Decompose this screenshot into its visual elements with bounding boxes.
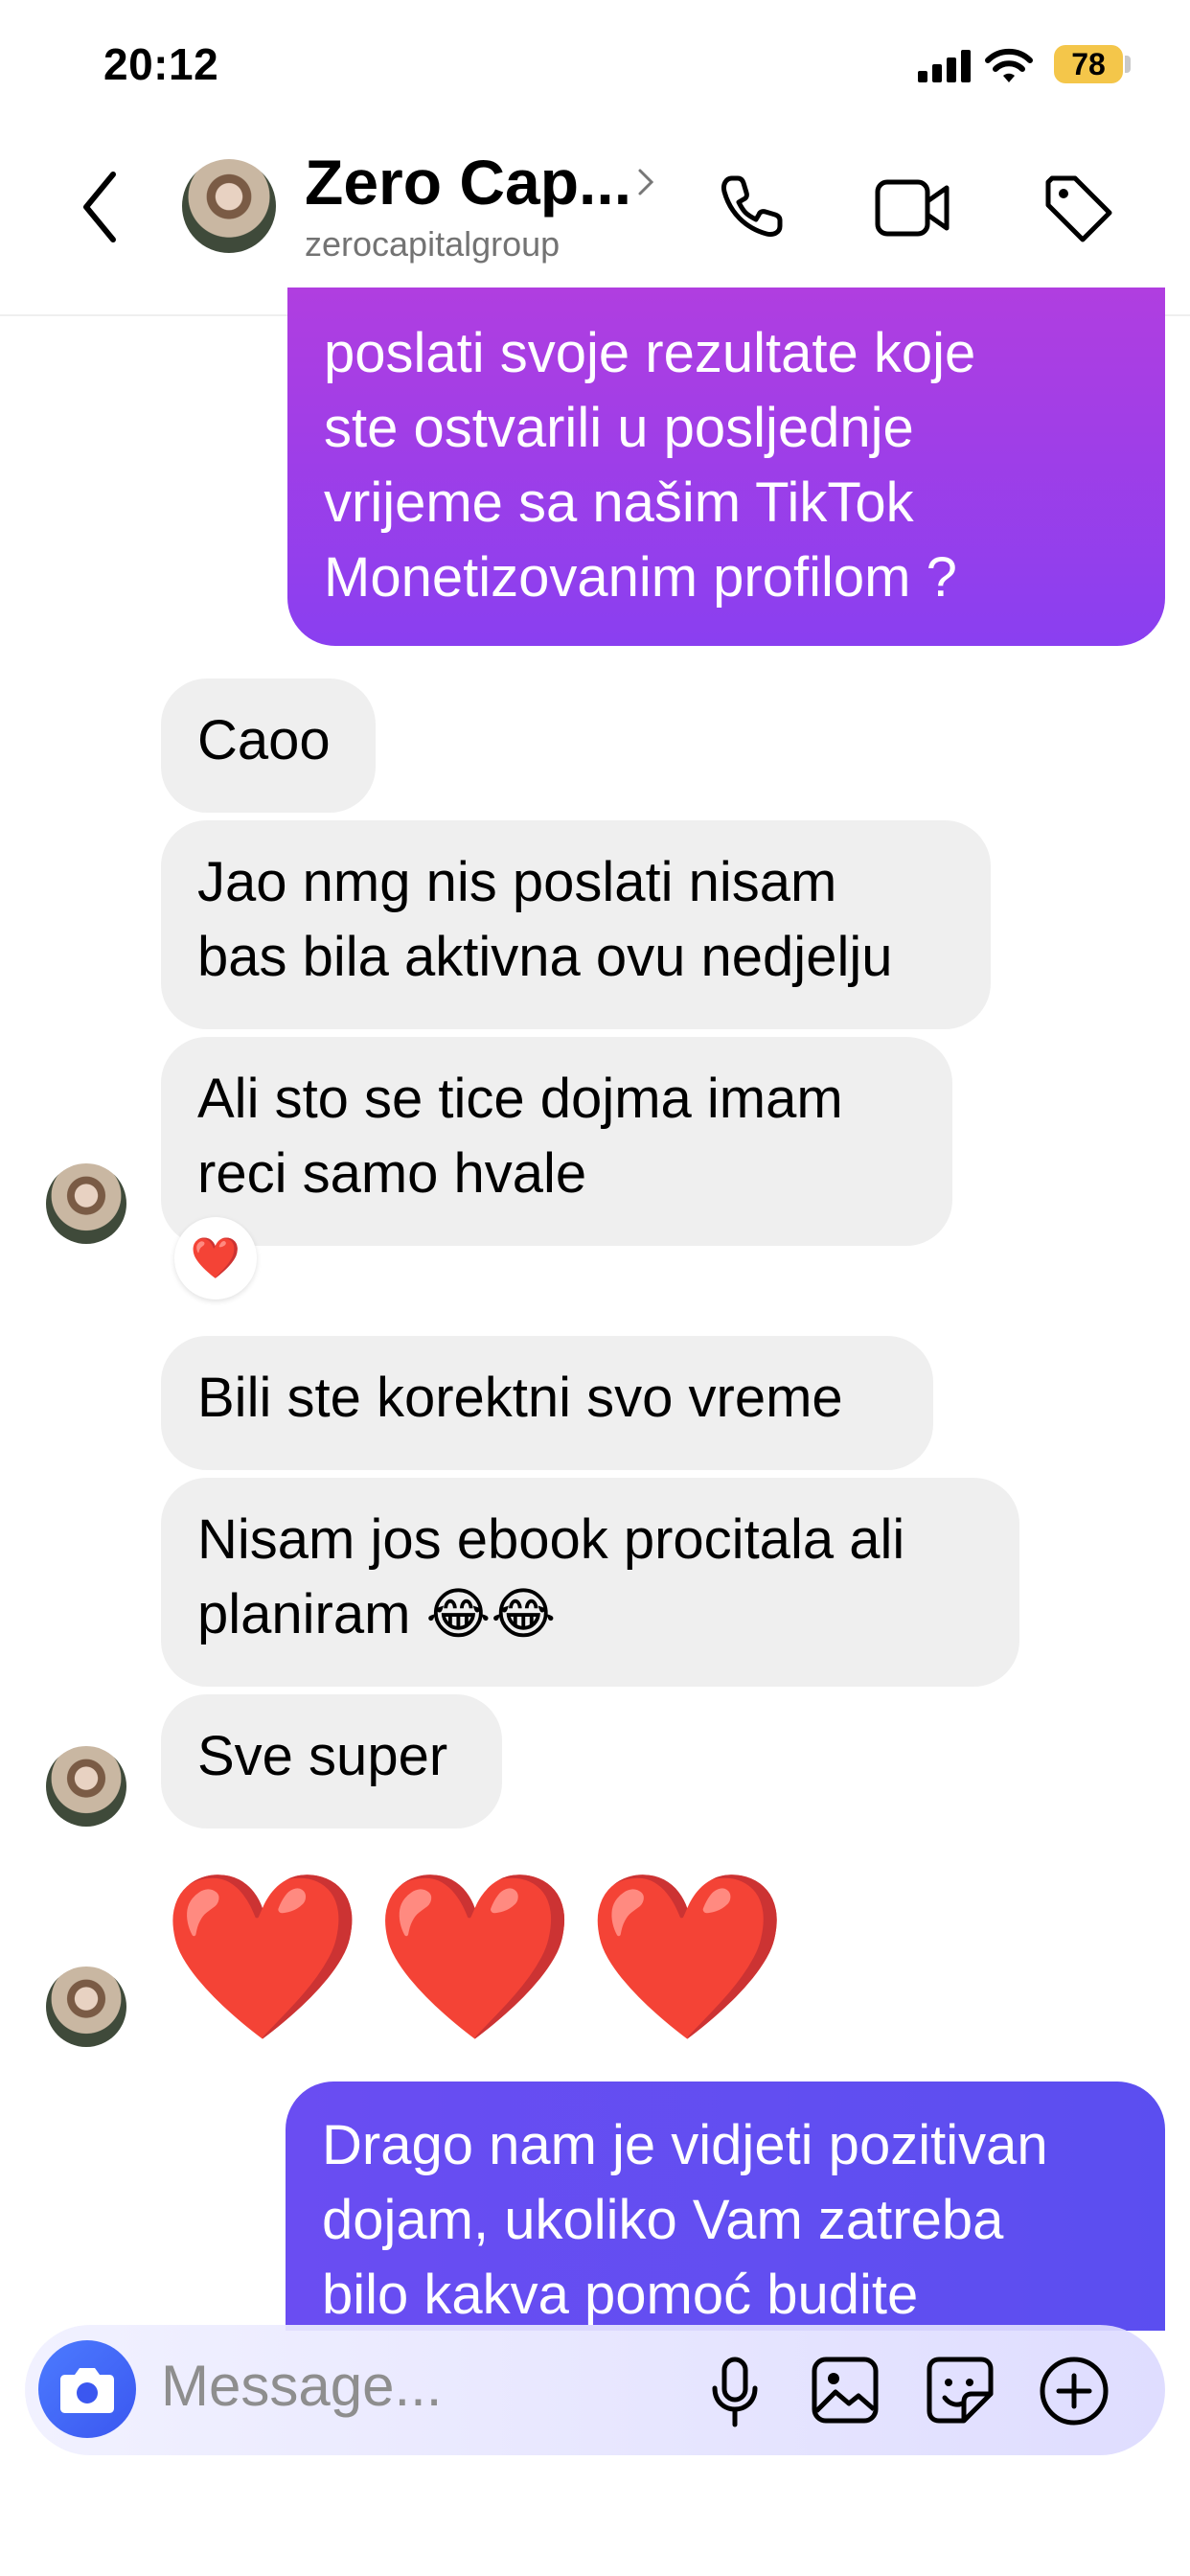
sender-avatar[interactable] — [46, 1163, 126, 1244]
message-outgoing-1[interactable]: poslati svoje rezultate koje ste ostvari… — [287, 288, 1165, 646]
message-incoming-1[interactable]: Caoo — [161, 678, 376, 813]
camera-icon — [60, 2368, 114, 2413]
contact-username[interactable]: zerocapitalgroup — [305, 224, 560, 264]
gallery-icon[interactable] — [811, 2356, 880, 2425]
cellular-signal-icon — [918, 50, 972, 82]
message-incoming-3[interactable]: Ali sto se tice dojma imam reci samo hva… — [161, 1037, 952, 1246]
wifi-icon — [985, 48, 1033, 84]
contact-name[interactable]: Zero Cap... — [305, 146, 631, 218]
video-call-icon[interactable] — [874, 176, 950, 240]
message-outgoing-2[interactable]: Drago nam je vidjeti pozitivan dojam, uk… — [286, 2082, 1165, 2331]
camera-button[interactable] — [38, 2340, 136, 2438]
header-avatar[interactable] — [182, 159, 276, 253]
sender-avatar[interactable] — [46, 1966, 126, 2047]
heart-reaction[interactable]: ❤️ — [174, 1217, 257, 1300]
plus-icon[interactable] — [1039, 2356, 1110, 2426]
status-time: 20:12 — [103, 39, 219, 89]
battery-cap — [1125, 56, 1131, 73]
message-incoming-6[interactable]: Sve super — [161, 1694, 502, 1828]
message-incoming-4[interactable]: Bili ste korektni svo vreme — [161, 1336, 933, 1470]
sender-avatar[interactable] — [46, 1746, 126, 1827]
message-incoming-5[interactable]: Nisam jos ebook procitala ali planiram 😂… — [161, 1478, 1019, 1687]
chevron-right-icon[interactable] — [636, 163, 655, 201]
battery-indicator: 78 — [1054, 45, 1123, 83]
phone-call-icon[interactable] — [717, 172, 786, 242]
heart-emoji-message[interactable]: ❤️❤️❤️ — [161, 1871, 798, 2043]
sticker-icon[interactable] — [926, 2356, 995, 2425]
back-icon[interactable] — [80, 169, 119, 245]
message-input[interactable]: Message... — [161, 2353, 442, 2419]
message-incoming-2[interactable]: Jao nmg nis poslati nisam bas bila aktiv… — [161, 820, 991, 1029]
microphone-icon[interactable] — [707, 2356, 763, 2428]
tag-icon[interactable] — [1042, 172, 1115, 245]
